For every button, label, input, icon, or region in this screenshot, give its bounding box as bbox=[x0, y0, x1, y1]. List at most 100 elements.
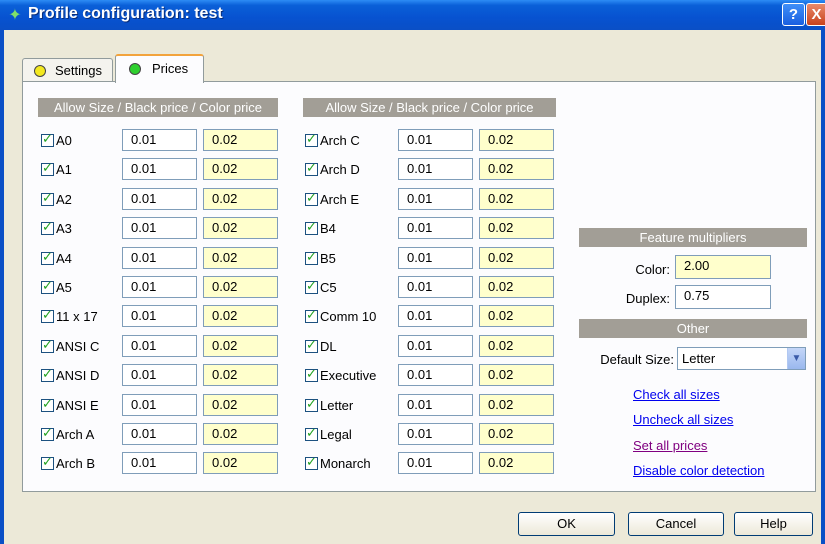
black-price-input[interactable]: 0.01 bbox=[398, 217, 473, 239]
default-size-select[interactable]: Letter ▼ bbox=[677, 347, 806, 370]
allow-size-checkbox[interactable]: ✓ bbox=[305, 132, 318, 147]
color-price-input[interactable]: 0.02 bbox=[479, 247, 554, 269]
color-price-input[interactable]: 0.02 bbox=[203, 364, 278, 386]
allow-size-checkbox[interactable]: ✓ bbox=[41, 426, 54, 441]
allow-size-checkbox[interactable]: ✓ bbox=[41, 132, 54, 147]
color-price-input[interactable]: 0.02 bbox=[479, 305, 554, 327]
checkmark-icon: ✓ bbox=[306, 279, 317, 294]
duplex-multiplier-input[interactable]: 0.75 bbox=[675, 285, 771, 309]
title-bar[interactable]: ✦ Profile configuration: test ? X bbox=[0, 0, 825, 30]
checkmark-icon: ✓ bbox=[306, 455, 317, 470]
black-price-input[interactable]: 0.01 bbox=[398, 158, 473, 180]
allow-size-checkbox[interactable]: ✓ bbox=[305, 250, 318, 265]
color-multiplier-input[interactable]: 2.00 bbox=[675, 255, 771, 279]
allow-size-checkbox[interactable]: ✓ bbox=[41, 279, 54, 294]
color-price-input[interactable]: 0.02 bbox=[203, 335, 278, 357]
tab-prices[interactable]: Prices bbox=[115, 54, 204, 83]
black-price-input[interactable]: 0.01 bbox=[122, 217, 197, 239]
black-price-input[interactable]: 0.01 bbox=[398, 247, 473, 269]
set-all-prices-link[interactable]: Set all prices bbox=[633, 438, 707, 453]
black-price-input[interactable]: 0.01 bbox=[398, 335, 473, 357]
black-price-input[interactable]: 0.01 bbox=[122, 158, 197, 180]
allow-size-checkbox[interactable]: ✓ bbox=[305, 279, 318, 294]
black-price-input[interactable]: 0.01 bbox=[398, 394, 473, 416]
allow-size-checkbox[interactable]: ✓ bbox=[305, 191, 318, 206]
color-price-input[interactable]: 0.02 bbox=[479, 452, 554, 474]
size-label: Comm 10 bbox=[320, 309, 377, 324]
black-price-input[interactable]: 0.01 bbox=[122, 364, 197, 386]
black-price-input[interactable]: 0.01 bbox=[398, 129, 473, 151]
checkmark-icon: ✓ bbox=[306, 161, 317, 176]
help-button[interactable]: Help bbox=[734, 512, 813, 536]
color-price-input[interactable]: 0.02 bbox=[479, 335, 554, 357]
black-price-input[interactable]: 0.01 bbox=[398, 188, 473, 210]
size-row: ✓ Legal 0.01 0.02 bbox=[305, 423, 554, 447]
black-price-input[interactable]: 0.01 bbox=[398, 423, 473, 445]
size-row: ✓ ANSI D 0.01 0.02 bbox=[41, 364, 278, 388]
black-price-input[interactable]: 0.01 bbox=[122, 423, 197, 445]
ok-button[interactable]: OK bbox=[518, 512, 615, 536]
black-price-input[interactable]: 0.01 bbox=[398, 364, 473, 386]
color-price-input[interactable]: 0.02 bbox=[479, 129, 554, 151]
color-price-input[interactable]: 0.02 bbox=[479, 217, 554, 239]
allow-size-checkbox[interactable]: ✓ bbox=[41, 161, 54, 176]
color-price-input[interactable]: 0.02 bbox=[203, 158, 278, 180]
uncheck-all-sizes-link[interactable]: Uncheck all sizes bbox=[633, 412, 733, 427]
size-label: A3 bbox=[56, 221, 72, 236]
black-price-input[interactable]: 0.01 bbox=[122, 276, 197, 298]
color-price-input[interactable]: 0.02 bbox=[203, 305, 278, 327]
black-price-input[interactable]: 0.01 bbox=[122, 305, 197, 327]
cancel-button[interactable]: Cancel bbox=[628, 512, 724, 536]
color-price-input[interactable]: 0.02 bbox=[479, 276, 554, 298]
allow-size-checkbox[interactable]: ✓ bbox=[305, 455, 318, 470]
black-price-input[interactable]: 0.01 bbox=[122, 394, 197, 416]
black-price-input[interactable]: 0.01 bbox=[122, 129, 197, 151]
black-price-input[interactable]: 0.01 bbox=[398, 276, 473, 298]
color-price-input[interactable]: 0.02 bbox=[479, 394, 554, 416]
color-price-input[interactable]: 0.02 bbox=[203, 247, 278, 269]
check-all-sizes-link[interactable]: Check all sizes bbox=[633, 387, 720, 402]
allow-size-checkbox[interactable]: ✓ bbox=[305, 161, 318, 176]
size-row: ✓ A0 0.01 0.02 bbox=[41, 129, 278, 153]
allow-size-checkbox[interactable]: ✓ bbox=[305, 308, 318, 323]
allow-size-checkbox[interactable]: ✓ bbox=[305, 397, 318, 412]
color-price-input[interactable]: 0.02 bbox=[203, 217, 278, 239]
allow-size-checkbox[interactable]: ✓ bbox=[305, 426, 318, 441]
black-price-input[interactable]: 0.01 bbox=[122, 188, 197, 210]
color-price-input[interactable]: 0.02 bbox=[479, 158, 554, 180]
size-row: ✓ DL 0.01 0.02 bbox=[305, 335, 554, 359]
black-price-input[interactable]: 0.01 bbox=[122, 247, 197, 269]
allow-size-checkbox[interactable]: ✓ bbox=[41, 250, 54, 265]
color-price-input[interactable]: 0.02 bbox=[203, 423, 278, 445]
allow-size-checkbox[interactable]: ✓ bbox=[41, 191, 54, 206]
black-price-input[interactable]: 0.01 bbox=[122, 335, 197, 357]
color-price-input[interactable]: 0.02 bbox=[479, 188, 554, 210]
color-price-input[interactable]: 0.02 bbox=[203, 188, 278, 210]
color-price-input[interactable]: 0.02 bbox=[479, 364, 554, 386]
black-price-input[interactable]: 0.01 bbox=[122, 452, 197, 474]
color-price-input[interactable]: 0.02 bbox=[479, 423, 554, 445]
color-price-input[interactable]: 0.02 bbox=[203, 452, 278, 474]
black-price-input[interactable]: 0.01 bbox=[398, 452, 473, 474]
allow-size-checkbox[interactable]: ✓ bbox=[41, 397, 54, 412]
color-price-input[interactable]: 0.02 bbox=[203, 129, 278, 151]
color-price-input[interactable]: 0.02 bbox=[203, 394, 278, 416]
allow-size-checkbox[interactable]: ✓ bbox=[41, 367, 54, 382]
allow-size-checkbox[interactable]: ✓ bbox=[41, 308, 54, 323]
disable-color-detection-link[interactable]: Disable color detection bbox=[633, 463, 765, 478]
black-price-input[interactable]: 0.01 bbox=[398, 305, 473, 327]
feature-multipliers-header: Feature multipliers bbox=[579, 228, 807, 247]
tab-settings[interactable]: Settings bbox=[22, 58, 113, 82]
checkmark-icon: ✓ bbox=[306, 397, 317, 412]
allow-size-checkbox[interactable]: ✓ bbox=[305, 367, 318, 382]
allow-size-checkbox[interactable]: ✓ bbox=[305, 220, 318, 235]
allow-size-checkbox[interactable]: ✓ bbox=[41, 455, 54, 470]
allow-size-checkbox[interactable]: ✓ bbox=[305, 338, 318, 353]
allow-size-checkbox[interactable]: ✓ bbox=[41, 220, 54, 235]
close-button[interactable]: X bbox=[806, 3, 825, 26]
help-title-button[interactable]: ? bbox=[782, 3, 805, 26]
color-price-input[interactable]: 0.02 bbox=[203, 276, 278, 298]
allow-size-checkbox[interactable]: ✓ bbox=[41, 338, 54, 353]
chevron-down-icon[interactable]: ▼ bbox=[787, 348, 805, 369]
size-label: Arch E bbox=[320, 192, 360, 207]
